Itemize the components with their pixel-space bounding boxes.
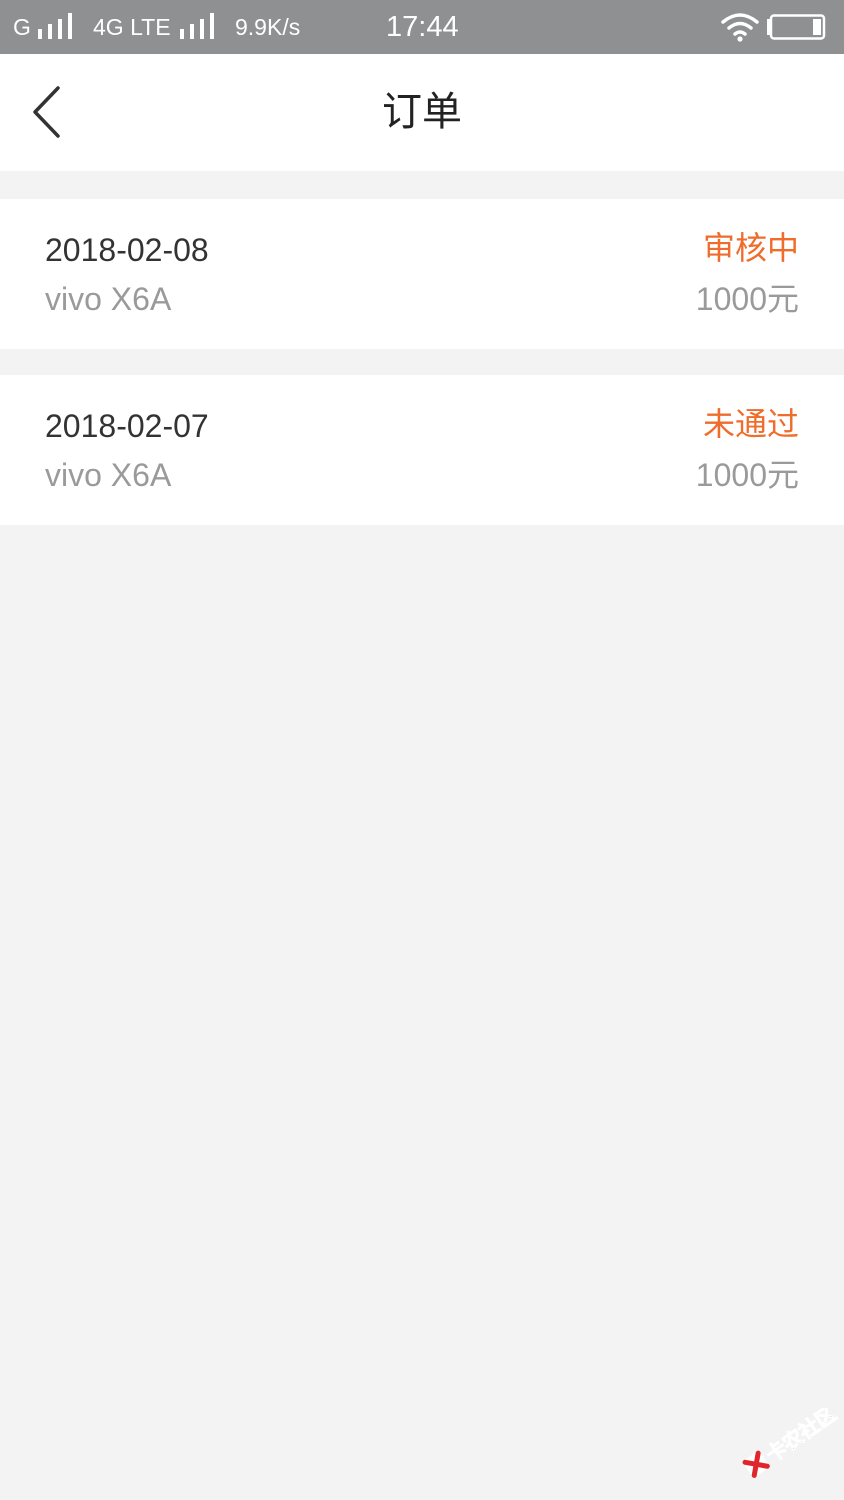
app-header: 订单 xyxy=(0,54,844,171)
status-bar: G 4G LTE 9.9K/s 17:44 xyxy=(0,0,844,54)
order-status: 未通过 xyxy=(702,405,799,443)
network-speed: 9.9K/s xyxy=(235,14,301,40)
carrier-label: G xyxy=(13,14,31,40)
order-date: 2018-02-07 xyxy=(45,408,209,444)
order-product: vivo X6A xyxy=(45,457,172,493)
battery-icon xyxy=(767,14,826,40)
order-product: vivo X6A xyxy=(45,281,172,317)
order-list-item[interactable]: 2018-02-08 vivo X6A 审核中 1000元 xyxy=(0,199,844,349)
order-date: 2018-02-08 xyxy=(45,232,209,268)
order-list-item[interactable]: 2018-02-07 vivo X6A 未通过 1000元 xyxy=(0,375,844,525)
order-amount: 1000元 xyxy=(695,457,799,493)
svg-text:卡农社区: 卡农社区 xyxy=(761,1408,840,1467)
wifi-icon xyxy=(721,13,759,42)
clock: 17:44 xyxy=(386,11,459,43)
order-amount: 1000元 xyxy=(695,281,799,317)
signal-icon xyxy=(38,13,80,39)
watermark-logo: 卡农社区 xyxy=(742,1408,840,1479)
page-title: 订单 xyxy=(382,89,462,135)
signal-icon xyxy=(180,13,222,39)
network-type-label: 4G LTE xyxy=(93,14,171,40)
order-status: 审核中 xyxy=(702,229,799,267)
